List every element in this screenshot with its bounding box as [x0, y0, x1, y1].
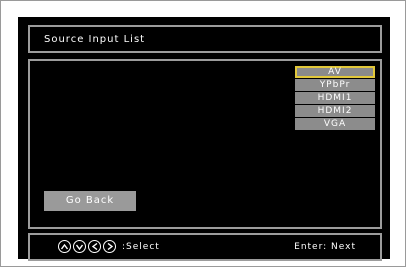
tv-frame: Source Input List AV YPbPr HDMI1 HDMI2 V… — [0, 0, 406, 267]
source-panel: AV YPbPr HDMI1 HDMI2 VGA Go Back — [28, 59, 382, 229]
down-arrow-icon — [73, 240, 86, 253]
select-hint: :Select — [122, 242, 160, 252]
source-item-ypbpr[interactable]: YPbPr — [295, 79, 375, 91]
enter-hint: Enter: Next — [294, 242, 356, 252]
osd-screen: Source Input List AV YPbPr HDMI1 HDMI2 V… — [18, 17, 390, 261]
page-title: Source Input List — [44, 34, 146, 45]
title-bar: Source Input List — [28, 25, 382, 53]
up-arrow-icon — [58, 240, 71, 253]
source-item-vga[interactable]: VGA — [295, 118, 375, 130]
source-list: AV YPbPr HDMI1 HDMI2 VGA — [295, 66, 375, 131]
footer-bar: :Select Enter: Next — [28, 233, 382, 261]
source-item-hdmi1[interactable]: HDMI1 — [295, 92, 375, 104]
left-arrow-icon — [88, 240, 101, 253]
source-item-av[interactable]: AV — [295, 66, 375, 78]
right-arrow-icon — [103, 240, 116, 253]
go-back-button[interactable]: Go Back — [44, 191, 136, 211]
nav-icons — [58, 240, 116, 253]
source-item-hdmi2[interactable]: HDMI2 — [295, 105, 375, 117]
